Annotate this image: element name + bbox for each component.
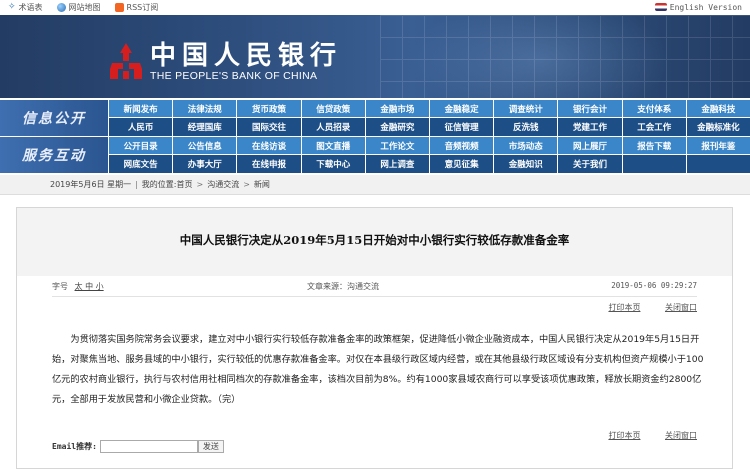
nav-grid-service: 公开目录 公告信息 在线访谈 图文直播 工作论文 音频视频 市场动态 网上展厅 报告下载 报刊年鉴… xyxy=(108,137,750,173)
nav-info-item[interactable]: 工会工作 xyxy=(621,118,686,136)
current-date: 2019年5月6日 星期一 xyxy=(50,180,132,189)
nav-info-item[interactable]: 金融稳定 xyxy=(428,100,494,118)
nav-info-item[interactable]: 征信管理 xyxy=(428,118,494,136)
nav-grid-information: 新闻发布 法律法规 货币政策 信贷政策 金融市场 金融稳定 调查统计 银行会计 支付体系 金融科技… xyxy=(108,100,750,136)
nav-info-item[interactable]: 金融市场 xyxy=(364,100,429,118)
glossary-link[interactable]: ✧ 术语表 xyxy=(8,2,43,13)
breadcrumb-separator: > xyxy=(243,180,250,189)
email-input[interactable] xyxy=(99,440,198,453)
article-actions-top: 打印本页 关闭窗口 xyxy=(586,302,697,313)
nav-service-item[interactable]: 工作论文 xyxy=(364,137,429,155)
nav-info-item[interactable]: 人民币 xyxy=(108,118,173,136)
nav-section-title: 服务互动 xyxy=(0,137,108,173)
nav-info-item[interactable]: 信贷政策 xyxy=(300,100,365,118)
nav-info-item[interactable]: 金融科技 xyxy=(685,100,750,118)
nav-service-item[interactable]: 关于我们 xyxy=(557,155,622,173)
brand-name-en: THE PEOPLE'S BANK OF CHINA xyxy=(150,70,318,82)
nav-service-item[interactable]: 下载中心 xyxy=(300,155,365,173)
nav-service-item[interactable]: 音频视频 xyxy=(428,137,494,155)
nav-info-item[interactable]: 调查统计 xyxy=(493,100,558,118)
article-actions-bottom: 打印本页 关闭窗口 xyxy=(586,430,697,441)
nav-service-item xyxy=(621,155,686,173)
article-title: 中国人民银行决定从2019年5月15日开始对中小银行实行较低存款准备金率 xyxy=(179,233,570,247)
nav-service-item[interactable]: 金融知识 xyxy=(493,155,558,173)
sparkle-icon: ✧ xyxy=(8,2,16,12)
breadcrumb-page-link[interactable]: 新闻 xyxy=(254,179,270,190)
rss-icon xyxy=(114,2,124,12)
nav-service-item[interactable]: 报告下载 xyxy=(621,137,686,155)
nav-info-item[interactable]: 金融标准化 xyxy=(685,118,750,136)
rss-label: RSS订阅 xyxy=(126,2,159,12)
brand-name-cn: 中国人民银行 xyxy=(150,41,343,71)
nav-section-title: 信息公开 xyxy=(0,100,108,136)
font-size-options[interactable]: 太 中 小 xyxy=(75,282,104,291)
nav-info-item[interactable]: 支付体系 xyxy=(621,100,686,118)
font-size-label: 字号 xyxy=(52,282,68,291)
nav-service-item[interactable]: 网上调查 xyxy=(364,155,429,173)
nav-info-item[interactable]: 国际交往 xyxy=(236,118,301,136)
nav-service-item[interactable]: 公告信息 xyxy=(172,137,237,155)
nav-info-item[interactable]: 法律法规 xyxy=(172,100,237,118)
main-navigation: 信息公开 新闻发布 法律法规 货币政策 信贷政策 金融市场 金融稳定 调查统计 银行会计 支付体… xyxy=(0,100,750,173)
close-window-link[interactable]: 关闭窗口 xyxy=(665,303,697,312)
rss-link[interactable]: RSS订阅 xyxy=(114,2,159,13)
breadcrumb-section-link[interactable]: 沟通交流 xyxy=(207,179,239,190)
globe-icon xyxy=(56,2,66,12)
english-version-label: English Version xyxy=(669,2,742,12)
nav-service-item[interactable]: 图文直播 xyxy=(300,137,365,155)
nav-info-item[interactable]: 新闻发布 xyxy=(108,100,173,118)
breadcrumb-separator: > xyxy=(196,180,204,189)
article-meta: 字号 太 中 小 文章来源：沟通交流 2019-05-06 09:29:27 xyxy=(17,276,732,296)
sitemap-link[interactable]: 网站地图 xyxy=(56,2,101,13)
print-page-link[interactable]: 打印本页 xyxy=(608,303,640,312)
nav-service-item[interactable]: 公开目录 xyxy=(108,137,173,155)
nav-service-item xyxy=(685,155,750,173)
nav-service-item[interactable]: 网上展厅 xyxy=(557,137,622,155)
article-panel: 中国人民银行决定从2019年5月15日开始对中小银行实行较低存款准备金率 字号 … xyxy=(16,207,733,469)
nav-info-item[interactable]: 银行会计 xyxy=(557,100,622,118)
article-body: 为贯彻落实国务院常务会议要求，建立对中小银行实行较低存款准备金率的政策框架，促进… xyxy=(52,334,704,405)
nav-info-item[interactable]: 金融研究 xyxy=(364,118,429,136)
site-banner: 中国人民银行 THE PEOPLE'S BANK OF CHINA xyxy=(0,15,750,98)
nav-service-item[interactable]: 在线申报 xyxy=(236,155,301,173)
close-window-link[interactable]: 关闭窗口 xyxy=(665,431,697,440)
nav-info-item[interactable]: 反洗钱 xyxy=(493,118,558,136)
pboc-logo-icon[interactable] xyxy=(108,41,144,81)
breadcrumb-separator: | xyxy=(135,180,138,189)
breadcrumb: 2019年5月6日 星期一 | 我的位置: 首页 > 沟通交流 > 新闻 xyxy=(0,175,750,195)
nav-info-item[interactable]: 党建工作 xyxy=(557,118,622,136)
top-utility-bar: ✧ 术语表 网站地图 RSS订阅 English Version xyxy=(0,0,750,14)
nav-service-item[interactable]: 在线访谈 xyxy=(236,137,301,155)
flag-icon xyxy=(654,3,667,11)
article-datetime: 2019-05-06 09:29:27 xyxy=(611,281,697,290)
nav-section-information: 信息公开 新闻发布 法律法规 货币政策 信贷政策 金融市场 金融稳定 调查统计 银行会计 支付体… xyxy=(0,100,750,136)
banner-grid-pattern xyxy=(380,15,750,98)
nav-section-service: 服务互动 公开目录 公告信息 在线访谈 图文直播 工作论文 音频视频 市场动态 网上展厅 报告下… xyxy=(0,137,750,173)
nav-service-item[interactable]: 办事大厅 xyxy=(172,155,237,173)
font-size-control: 字号 太 中 小 xyxy=(52,281,104,292)
breadcrumb-home-link[interactable]: 首页 xyxy=(177,179,193,190)
meta-divider xyxy=(52,296,697,297)
english-version-link[interactable]: English Version xyxy=(654,2,742,12)
nav-service-item[interactable]: 网底文告 xyxy=(108,155,173,173)
send-button[interactable]: 发送 xyxy=(197,440,224,453)
nav-info-item[interactable]: 人员招录 xyxy=(300,118,365,136)
nav-info-item[interactable]: 货币政策 xyxy=(236,100,301,118)
article-source: 文章来源：沟通交流 xyxy=(307,282,379,291)
nav-service-item[interactable]: 市场动态 xyxy=(493,137,558,155)
email-label: Email推荐: xyxy=(52,442,97,451)
nav-info-item[interactable]: 经理国库 xyxy=(172,118,237,136)
nav-service-item[interactable]: 意见征集 xyxy=(428,155,494,173)
sitemap-label: 网站地图 xyxy=(68,2,101,12)
email-recommend-form: Email推荐: 发送 xyxy=(52,440,224,453)
print-page-link[interactable]: 打印本页 xyxy=(608,431,640,440)
nav-service-item[interactable]: 报刊年鉴 xyxy=(685,137,750,155)
location-label: 我的位置: xyxy=(141,180,177,189)
glossary-label: 术语表 xyxy=(18,2,43,12)
